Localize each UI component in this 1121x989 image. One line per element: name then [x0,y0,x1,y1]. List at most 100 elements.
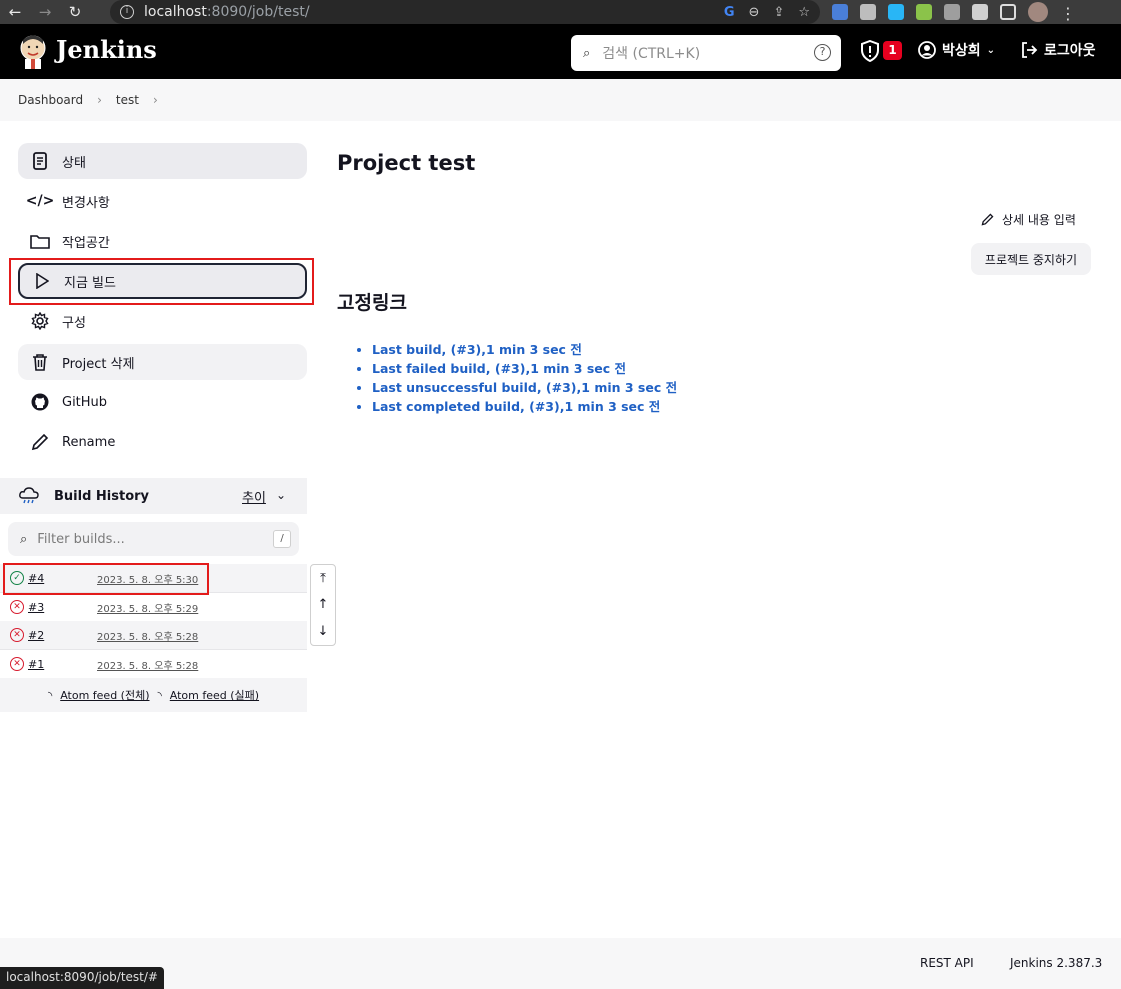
permalinks-title: 고정링크 [337,292,407,314]
document-icon [30,151,50,171]
build-number[interactable]: #1 [28,658,44,671]
atom-feed-failed-link[interactable]: Atom feed (실패) [170,687,259,703]
sidepanel-icon[interactable] [1000,4,1016,20]
sidebar-item-status[interactable]: 상태 [18,143,307,179]
menu-kebab-icon[interactable]: ⋮ [1060,4,1076,23]
build-row[interactable]: ✕ #3 2023. 5. 8. 오후 5:29 [0,593,307,622]
sidebar-item-configure[interactable]: 구성 [18,303,307,339]
user-menu[interactable]: 박상희 ⌄ [918,40,995,60]
sidebar-item-label: Rename [62,434,116,450]
share-icon[interactable]: ⇪ [773,5,784,20]
chevron-right-icon[interactable]: › [97,93,102,107]
search-box[interactable]: ⌕ 검색 (CTRL+K) ? [571,35,841,71]
build-number[interactable]: #2 [28,629,44,642]
search-input[interactable]: 검색 (CTRL+K) [602,43,700,63]
rss-icon: ◝ [157,688,162,702]
browser-status-url: localhost:8090/job/test/# [0,967,164,989]
trend-link[interactable]: 추이 [242,487,266,506]
trash-icon [30,352,50,372]
breadcrumb-dashboard[interactable]: Dashboard [18,93,83,107]
chevron-down-icon: ⌄ [986,44,996,56]
disable-project-button[interactable]: 프로젝트 중지하기 [971,243,1091,275]
page-top-icon[interactable]: ⤒ [320,571,326,586]
extension-person-icon[interactable] [916,4,932,20]
permalink-last-failed-build[interactable]: Last failed build, (#3),1 min 3 sec 전 [372,359,677,378]
google-icon[interactable]: G [724,5,735,20]
extension-doc-icon[interactable] [832,4,848,20]
sidebar-item-label: 작업공간 [62,235,110,251]
code-icon: </> [25,193,55,209]
extension-camera-icon[interactable] [860,4,876,20]
jenkins-logo-icon[interactable] [18,34,48,70]
failure-x-icon: ✕ [10,600,24,614]
github-icon [30,392,50,412]
sidebar-item-changes[interactable]: </> 변경사항 [18,183,307,219]
folder-icon [30,231,50,251]
page-footer: REST API Jenkins 2.387.3 [0,938,1121,989]
search-icon: ⌕ [583,45,591,61]
reload-icon[interactable]: ↻ [60,3,90,21]
build-row[interactable]: ✕ #2 2023. 5. 8. 오후 5:28 [0,621,307,650]
jenkins-brand[interactable]: Jenkins [56,35,157,64]
jenkins-header: Jenkins ⌕ 검색 (CTRL+K) ? 1 박상희 ⌄ 로그아웃 [0,24,1121,79]
sidebar-item-github[interactable]: GitHub [18,384,307,420]
profile-avatar-icon[interactable] [1028,2,1048,22]
build-date[interactable]: 2023. 5. 8. 오후 5:28 [97,628,198,643]
highlight-box-build-4 [3,563,209,595]
security-count-badge[interactable]: 1 [883,41,902,60]
edit-description-label: 상세 내용 입력 [1002,213,1076,227]
permalink-last-completed-build[interactable]: Last completed build, (#3),1 min 3 sec 전 [372,397,677,416]
edit-description-link[interactable]: 상세 내용 입력 [981,211,1076,228]
zoom-icon[interactable]: ⊖ [749,5,760,20]
sidebar-item-delete-project[interactable]: Project 삭제 [18,344,307,380]
address-url: localhost:8090/job/test/ [144,4,310,20]
forward-icon[interactable]: → [30,3,60,21]
breadcrumb: Dashboard › test › [0,79,1121,121]
logout-icon [1022,42,1038,58]
permalink-last-build[interactable]: Last build, (#3),1 min 3 sec 전 [372,340,677,359]
build-row[interactable]: ✕ #1 2023. 5. 8. 오후 5:28 [0,650,307,679]
page-down-icon[interactable]: ↓ [318,624,329,639]
permalink-last-unsuccessful-build[interactable]: Last unsuccessful build, (#3),1 min 3 se… [372,378,677,397]
atom-feed-all-link[interactable]: Atom feed (전체) [60,687,149,703]
jenkins-version-link[interactable]: Jenkins 2.387.3 [1010,956,1102,970]
logout-link[interactable]: 로그아웃 [1020,40,1096,60]
permalinks-list: Last build, (#3),1 min 3 sec 전 Last fail… [356,340,677,416]
weather-cloud-icon [19,487,39,504]
info-icon[interactable]: i [120,5,134,19]
extension-color-icon[interactable] [888,4,904,20]
build-number[interactable]: #3 [28,601,44,614]
sidebar-item-workspace[interactable]: 작업공간 [18,223,307,259]
sidebar-item-label: 구성 [62,315,86,331]
build-history-pager: ⤒ ↑ ↓ [310,564,336,646]
search-icon: ⌕ [20,531,28,547]
filter-placeholder: Filter builds... [37,531,125,547]
rest-api-link[interactable]: REST API [920,956,974,970]
chevron-down-icon[interactable]: ⌄ [276,488,286,502]
build-date[interactable]: 2023. 5. 8. 오후 5:28 [97,657,198,672]
pencil-icon [30,432,50,452]
rss-icon: ◝ [47,688,53,702]
breadcrumb-test[interactable]: test [116,93,139,107]
extension-v-icon[interactable] [944,4,960,20]
filter-builds-input[interactable]: ⌕ Filter builds... / [8,522,299,556]
sidebar-item-label: GitHub [62,394,108,410]
highlight-box-build-now [9,258,314,305]
page-up-icon[interactable]: ↑ [318,597,329,612]
gear-icon [30,311,50,331]
back-icon[interactable]: ← [0,3,30,21]
failure-x-icon: ✕ [10,628,24,642]
build-date[interactable]: 2023. 5. 8. 오후 5:29 [97,600,198,615]
sidebar-item-rename[interactable]: Rename [18,424,307,460]
pencil-icon [981,213,994,226]
help-icon[interactable]: ? [814,44,831,61]
bookmark-star-icon[interactable]: ☆ [798,5,810,20]
chevron-right-icon[interactable]: › [153,93,158,107]
security-shield-icon[interactable] [860,40,880,62]
extensions-puzzle-icon[interactable] [972,4,988,20]
build-history-title: Build History [54,488,150,504]
user-name: 박상희 [942,43,981,59]
page-title: Project test [337,151,476,175]
extensions-bar: ⋮ [832,2,1076,23]
address-bar[interactable]: i localhost:8090/job/test/ G ⊖ ⇪ ☆ [110,0,820,24]
